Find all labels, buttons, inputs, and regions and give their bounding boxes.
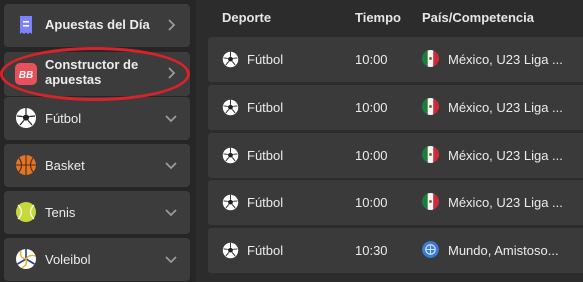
table-row[interactable]: Fútbol 10:30 Mundo, Amistoso...	[208, 228, 583, 273]
row-competition: Mundo, Amistoso...	[448, 243, 559, 258]
soccer-ball-icon	[222, 194, 239, 211]
row-time: 10:00	[355, 195, 388, 210]
svg-text:BB: BB	[19, 70, 33, 81]
soccer-ball-icon	[222, 147, 239, 164]
chevron-down-icon	[165, 115, 177, 123]
bet-builder-icon: BB	[15, 63, 37, 85]
basketball-icon	[16, 155, 36, 175]
sidebar-item-label: Apuestas del Día	[45, 17, 150, 32]
mexico-flag-icon	[422, 146, 439, 163]
chevron-down-icon	[165, 256, 177, 264]
column-header-sport[interactable]: Deporte	[222, 10, 271, 25]
world-globe-icon	[422, 241, 439, 258]
row-sport: Fútbol	[247, 243, 284, 258]
row-sport: Fútbol	[247, 100, 284, 115]
mexico-flag-icon	[422, 50, 439, 67]
soccer-ball-icon	[16, 108, 36, 128]
column-header-time[interactable]: Tiempo	[355, 10, 401, 25]
sidebar-item-label-line1: Constructor de	[45, 57, 139, 72]
sidebar-item-basket[interactable]: Basket	[4, 144, 190, 187]
row-competition: México, U23 Liga ...	[448, 195, 563, 210]
soccer-ball-icon	[222, 51, 239, 68]
receipt-icon	[20, 16, 32, 34]
table-row[interactable]: Fútbol 10:00 México, U23 Liga ...	[208, 85, 583, 130]
tennis-ball-icon	[16, 202, 36, 222]
row-time: 10:00	[355, 148, 388, 163]
row-competition: México, U23 Liga ...	[448, 52, 563, 67]
soccer-ball-icon	[222, 242, 239, 259]
sidebar-item-label: Tenis	[45, 205, 76, 220]
sidebar-item-constructor-de-apuestas[interactable]: BB Constructor de apuestas	[4, 52, 190, 96]
row-time: 10:00	[355, 100, 388, 115]
sidebar-item-futbol[interactable]: Fútbol	[4, 97, 190, 140]
chevron-down-icon	[165, 209, 177, 217]
table-row[interactable]: Fútbol 10:00 México, U23 Liga ...	[208, 133, 583, 178]
events-table: Deporte Tiempo País/Competencia Fútbol 1…	[196, 0, 583, 282]
sidebar-item-label-line2: apuestas	[45, 72, 102, 87]
sidebar-item-apuestas-del-dia[interactable]: Apuestas del Día	[4, 4, 190, 47]
sports-sidebar: Apuestas del Día BB Constructor de apues…	[0, 0, 196, 282]
chevron-right-icon	[168, 67, 176, 79]
sidebar-item-voleibol[interactable]: Voleibol	[4, 238, 190, 281]
row-time: 10:30	[355, 243, 388, 258]
sidebar-item-label: Basket	[45, 158, 85, 173]
table-row[interactable]: Fútbol 10:00 México, U23 Liga ...	[208, 180, 583, 225]
row-competition: México, U23 Liga ...	[448, 148, 563, 163]
chevron-right-icon	[168, 19, 176, 31]
column-header-country[interactable]: País/Competencia	[422, 10, 534, 25]
row-competition: México, U23 Liga ...	[448, 100, 563, 115]
row-sport: Fútbol	[247, 195, 284, 210]
row-time: 10:00	[355, 52, 388, 67]
soccer-ball-icon	[222, 99, 239, 116]
row-sport: Fútbol	[247, 148, 284, 163]
row-sport: Fútbol	[247, 52, 284, 67]
sidebar-item-tenis[interactable]: Tenis	[4, 191, 190, 234]
sidebar-item-label: Voleibol	[45, 252, 91, 267]
mexico-flag-icon	[422, 98, 439, 115]
volleyball-icon	[16, 249, 36, 269]
mexico-flag-icon	[422, 193, 439, 210]
chevron-down-icon	[165, 162, 177, 170]
table-header: Deporte Tiempo País/Competencia	[196, 0, 583, 36]
table-row[interactable]: Fútbol 10:00 México, U23 Liga ...	[208, 37, 583, 82]
sidebar-item-label: Fútbol	[45, 111, 82, 126]
